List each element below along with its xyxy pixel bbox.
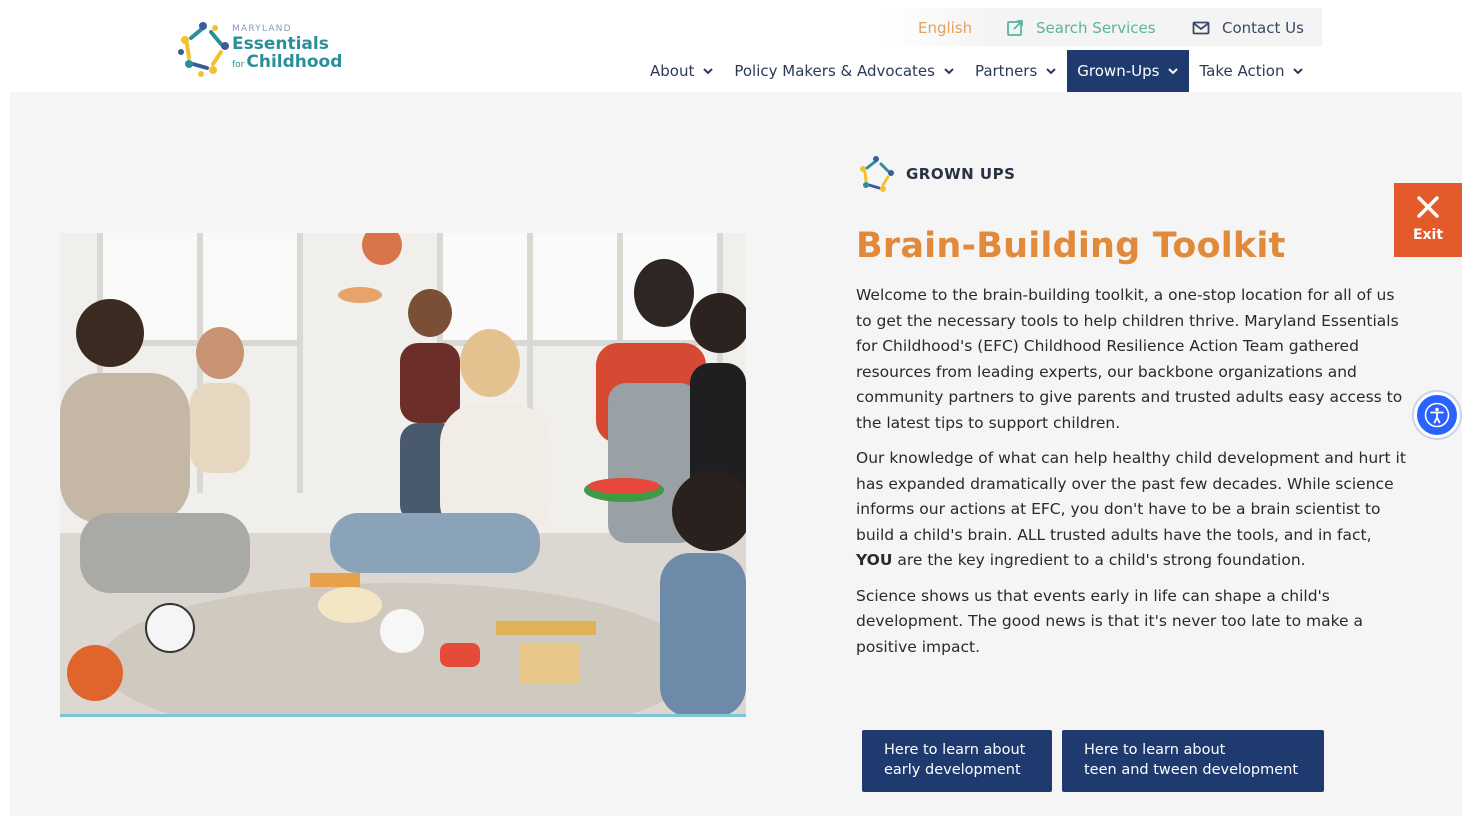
quick-exit-button[interactable]: Exit xyxy=(1394,183,1462,257)
contact-us-link[interactable]: Contact Us xyxy=(1192,19,1304,37)
logo-line-maryland: MARYLAND xyxy=(232,24,292,34)
early-development-button-line2: early development xyxy=(884,762,1021,778)
intro-text: Welcome to the brain-building toolkit, a… xyxy=(856,283,1412,670)
nav-item-label: Take Action xyxy=(1199,62,1285,80)
chevron-down-icon xyxy=(1292,65,1304,77)
external-link-icon xyxy=(1006,19,1024,37)
intro-paragraph-2-bold: YOU xyxy=(856,551,893,570)
close-icon xyxy=(1417,196,1439,218)
logo-line-childhood: for Childhood xyxy=(232,54,342,71)
site-header: MARYLAND Essentials for Childhood English… xyxy=(0,0,1462,92)
chevron-down-icon xyxy=(702,65,714,77)
nav-item-label: Partners xyxy=(974,62,1038,80)
early-development-button[interactable]: Here to learn about early development xyxy=(862,730,1052,792)
nav-item-partners[interactable]: Partners xyxy=(965,50,1067,92)
accessibility-button[interactable] xyxy=(1414,392,1460,438)
search-services-link[interactable]: Search Services xyxy=(1006,19,1156,37)
page: MARYLAND Essentials for Childhood English… xyxy=(0,0,1462,816)
exit-label: Exit xyxy=(1412,227,1444,243)
nav-item-policy-makers[interactable]: Policy Makers & Advocates xyxy=(724,50,965,92)
main-nav: About Policy Makers & Advocates Partners… xyxy=(640,50,1314,92)
logo-line-for: for xyxy=(232,60,245,70)
section-tag-label: GROWN UPS xyxy=(906,165,1016,183)
language-link[interactable]: English xyxy=(918,19,972,37)
teen-development-button-line1: Here to learn about xyxy=(1084,742,1226,758)
hero-photo xyxy=(60,233,746,717)
site-logo[interactable]: MARYLAND Essentials for Childhood xyxy=(172,18,352,78)
logo-line-childhood-word: Childhood xyxy=(246,52,343,72)
contact-us-label: Contact Us xyxy=(1222,19,1304,37)
logo-mark-icon xyxy=(178,22,229,77)
accessibility-icon xyxy=(1424,402,1450,428)
nav-item-label: Grown-Ups xyxy=(1077,62,1160,80)
logo-line-essentials: Essentials xyxy=(232,34,329,54)
intro-paragraph-1: Welcome to the brain-building toolkit, a… xyxy=(856,286,1403,432)
nav-item-grown-ups[interactable]: Grown-Ups xyxy=(1067,50,1190,92)
intro-paragraph-2-end: are the key ingredient to a child's stro… xyxy=(892,551,1306,570)
family-playing-illustration xyxy=(60,233,746,714)
intro-paragraph-2: Our knowledge of what can help healthy c… xyxy=(856,446,1412,574)
early-development-button-line1: Here to learn about xyxy=(884,742,1026,758)
logo-text: MARYLAND Essentials for Childhood xyxy=(232,25,342,71)
nav-item-label: About xyxy=(650,62,695,80)
teen-development-button-line2: teen and tween development xyxy=(1084,762,1299,778)
intro-paragraph-2-start: Our knowledge of what can help healthy c… xyxy=(856,449,1406,544)
intro-paragraph-3: Science shows us that events early in li… xyxy=(856,586,1363,656)
nav-item-label: Policy Makers & Advocates xyxy=(734,62,935,80)
grown-ups-logo-icon xyxy=(860,156,894,192)
chevron-down-icon xyxy=(943,65,955,77)
nav-item-take-action[interactable]: Take Action xyxy=(1189,50,1314,92)
teen-development-button[interactable]: Here to learn about teen and tween devel… xyxy=(1062,730,1324,792)
mail-icon xyxy=(1192,19,1210,37)
chevron-down-icon xyxy=(1167,65,1179,77)
section-tag: GROWN UPS xyxy=(856,155,1015,193)
search-services-label: Search Services xyxy=(1036,19,1156,37)
nav-item-about[interactable]: About xyxy=(640,50,724,92)
chevron-down-icon xyxy=(1045,65,1057,77)
page-title: Brain-Building Toolkit xyxy=(856,226,1286,266)
